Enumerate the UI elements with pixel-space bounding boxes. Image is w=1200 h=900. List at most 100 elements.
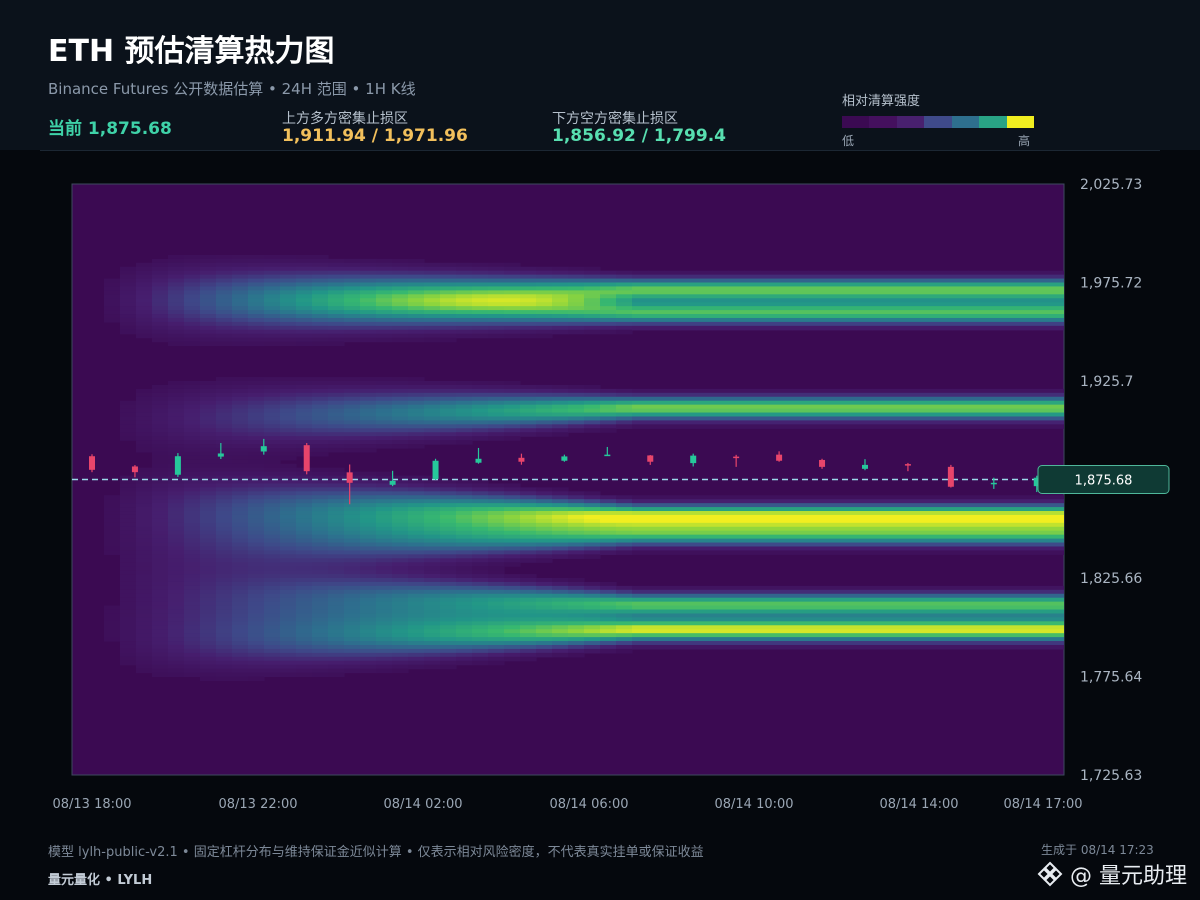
heatmap-cell: [472, 601, 489, 607]
heatmap-cell: [888, 633, 905, 638]
heatmap-cell: [360, 317, 377, 323]
heatmap-cell: [248, 432, 265, 437]
heatmap-cell: [456, 617, 473, 622]
heatmap-cell: [872, 392, 889, 398]
heatmap-cell: [472, 660, 489, 666]
heatmap-cell: [152, 574, 169, 579]
heatmap-cell: [248, 290, 265, 295]
heatmap-cell: [904, 542, 921, 548]
heatmap-cell: [248, 558, 265, 563]
heatmap-cell: [152, 613, 169, 618]
heatmap-cell: [1032, 526, 1049, 532]
heatmap-cell: [488, 294, 505, 299]
heatmap-cell: [184, 396, 201, 402]
heatmap-cell: [504, 589, 521, 595]
heatmap-cell: [712, 424, 729, 429]
heatmap-cell: [136, 613, 153, 618]
heatmap-cell: [792, 298, 809, 303]
heatmap-cell: [344, 286, 361, 291]
heatmap-cell: [680, 534, 697, 540]
heatmap-cell: [920, 302, 937, 307]
heatmap-cell: [184, 668, 201, 674]
heatmap-cell: [296, 428, 313, 433]
heatmap-cell: [680, 625, 697, 630]
heatmap-cell: [344, 447, 361, 453]
heatmap-cell: [440, 538, 457, 544]
heatmap-cell: [200, 416, 217, 421]
heatmap-cell: [984, 325, 1001, 331]
heatmap-cell: [568, 396, 585, 402]
heatmap-cell: [152, 495, 169, 500]
heatmap-cell: [760, 629, 777, 634]
heatmap-cell: [184, 550, 201, 555]
heatmap-cell: [792, 601, 809, 607]
heatmap-cell: [456, 404, 473, 410]
heatmap-cell: [392, 262, 409, 268]
heatmap-cell: [664, 286, 681, 291]
heatmap-cell: [664, 400, 681, 406]
heatmap-cell: [264, 282, 281, 288]
heatmap-cell: [504, 432, 521, 437]
heatmap-cell: [872, 633, 889, 638]
heatmap-cell: [984, 605, 1001, 611]
heatmap-cell: [888, 306, 905, 311]
heatmap-cell: [216, 629, 233, 634]
heatmap-cell: [120, 601, 137, 607]
heatmap-cell: [344, 613, 361, 618]
heatmap-cell: [776, 404, 793, 410]
heatmap-cell: [1032, 589, 1049, 595]
heatmap-cell: [680, 270, 697, 276]
heatmap-cell: [328, 294, 345, 299]
heatmap-cell: [216, 656, 233, 662]
heatmap-cell: [616, 605, 633, 611]
heatmap-cell: [696, 278, 713, 284]
heatmap-cell: [584, 581, 601, 587]
heatmap-cell: [456, 558, 473, 563]
heatmap-cell: [264, 641, 281, 646]
heatmap-cell: [312, 507, 329, 512]
heatmap-cell: [312, 625, 329, 630]
heatmap-cell: [888, 629, 905, 634]
heatmap-cell: [616, 511, 633, 516]
heatmap-cell: [1016, 290, 1033, 295]
heatmap-cell: [408, 310, 425, 315]
heatmap-cell: [248, 605, 265, 611]
heatmap-cell: [392, 314, 409, 319]
heatmap-cell: [520, 266, 537, 272]
heatmap-cell: [200, 286, 217, 291]
heatmap-cell: [984, 306, 1001, 311]
heatmap-cell: [296, 511, 313, 516]
heatmap-cell: [1048, 526, 1064, 532]
heatmap-cell: [552, 416, 569, 421]
heatmap-cell: [440, 384, 457, 390]
candle-body: [475, 458, 482, 463]
heatmap-cell: [472, 266, 489, 272]
heatmap-cell: [504, 420, 521, 425]
heatmap-cell: [184, 381, 201, 386]
heatmap-cell: [968, 286, 985, 291]
heatmap-cell: [152, 503, 169, 508]
heatmap-cell: [760, 306, 777, 311]
heatmap-cell: [184, 522, 201, 528]
heatmap-cell: [184, 585, 201, 591]
heatmap-cell: [984, 270, 1001, 276]
heatmap-cell: [200, 495, 217, 500]
heatmap-cell: [200, 420, 217, 425]
heatmap-cell: [632, 550, 649, 555]
heatmap-cell: [584, 546, 601, 552]
heatmap-cell: [136, 668, 153, 674]
heatmap-cell: [616, 514, 633, 520]
heatmap-cell: [824, 408, 841, 414]
heatmap-cell: [296, 672, 313, 678]
heatmap-cell: [168, 290, 185, 295]
heatmap-cell: [312, 664, 329, 670]
heatmap-cell: [136, 652, 153, 658]
heatmap-cell: [248, 420, 265, 425]
heatmap-cell: [312, 644, 329, 650]
heatmap-cell: [312, 294, 329, 299]
heatmap-cell: [888, 298, 905, 303]
heatmap-cell: [136, 310, 153, 315]
heatmap-cell: [152, 266, 169, 272]
heatmap-cell: [456, 613, 473, 618]
heatmap-cell: [1016, 412, 1033, 418]
